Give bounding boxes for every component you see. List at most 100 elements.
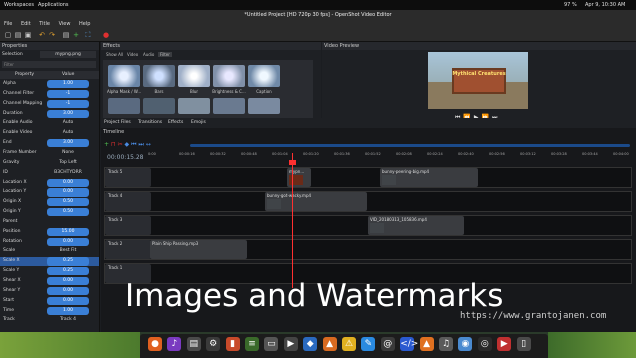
save-icon[interactable]: ▣ — [24, 31, 32, 39]
playhead[interactable] — [292, 153, 293, 288]
effect-thumbnail[interactable] — [178, 65, 210, 87]
property-row[interactable]: Rotation 0.00 — [0, 237, 99, 246]
playhead-handle[interactable] — [289, 160, 296, 165]
property-row[interactable]: Duration 3.00 — [0, 109, 99, 118]
tab-show-all[interactable]: Show All — [106, 52, 123, 57]
workspaces-menu[interactable]: Workspaces — [4, 0, 34, 10]
effect-thumbnail[interactable] — [178, 98, 210, 114]
property-value[interactable]: 0.00 — [47, 178, 89, 187]
property-row[interactable]: Alpha 1.00 — [0, 80, 99, 89]
property-row[interactable]: Parent — [0, 218, 99, 226]
property-value[interactable]: 1.00 — [47, 306, 89, 315]
effect-thumbnail[interactable] — [143, 65, 175, 87]
property-value[interactable]: Track 4 — [47, 316, 89, 324]
property-value[interactable]: 0.50 — [47, 208, 89, 217]
property-value[interactable]: -1 — [47, 99, 89, 108]
razor-icon[interactable]: ✂ — [118, 141, 123, 148]
import-icon[interactable]: + — [72, 31, 80, 39]
code-icon[interactable]: </> — [400, 337, 418, 351]
menu-help[interactable]: Help — [79, 21, 90, 27]
property-value[interactable]: Best Fit — [47, 247, 89, 255]
property-value[interactable]: 1.00 — [47, 80, 89, 89]
store-icon[interactable]: ◆ — [303, 337, 318, 351]
property-value[interactable]: None — [47, 149, 89, 157]
profile-icon[interactable]: ▤ — [62, 31, 70, 39]
timeline-clip[interactable]: mypn... — [287, 168, 311, 187]
tab-audio[interactable]: Audio — [143, 52, 154, 57]
timeline-track[interactable] — [104, 167, 632, 188]
undo-icon[interactable]: ↶ — [38, 31, 46, 39]
property-row[interactable]: Start 0.00 — [0, 296, 99, 305]
marker-icon[interactable]: ◆ — [125, 141, 130, 148]
open-folder-icon[interactable]: ▤ — [14, 31, 22, 39]
web-icon[interactable]: @ — [380, 337, 395, 351]
effect-thumbnail[interactable] — [108, 98, 140, 114]
firefox-icon[interactable]: ● — [148, 337, 162, 351]
property-row[interactable]: Location X 0.00 — [0, 178, 99, 187]
warning-icon[interactable]: ⚠ — [342, 337, 356, 351]
property-value[interactable]: 0.00 — [47, 188, 89, 197]
property-row[interactable]: ID B3CHTYDRR — [0, 169, 99, 177]
property-row[interactable]: Location Y 0.00 — [0, 188, 99, 197]
drive-icon[interactable]: ▭ — [264, 337, 279, 351]
property-row[interactable]: Time 1.00 — [0, 306, 99, 315]
property-row[interactable]: Scale Y 0.25 — [0, 267, 99, 276]
export-icon[interactable]: ● — [102, 31, 110, 39]
snap-icon[interactable]: ⊓ — [111, 141, 116, 148]
menu-title[interactable]: Title — [39, 21, 50, 27]
video-icon[interactable]: ▶ — [497, 337, 512, 351]
audacity-icon[interactable]: ♫ — [439, 337, 453, 351]
property-row[interactable]: Origin X 0.50 — [0, 198, 99, 207]
track-header[interactable]: Track 5 — [105, 168, 151, 187]
next-marker-icon[interactable]: ⏭ — [138, 141, 143, 148]
property-row[interactable]: Gravity Top Left — [0, 159, 99, 167]
prev-marker-icon[interactable]: ⏮ — [131, 141, 136, 148]
property-value[interactable]: 3.00 — [47, 109, 89, 118]
effect-thumbnail[interactable] — [248, 98, 280, 114]
menu-file[interactable]: File — [4, 21, 12, 27]
property-value[interactable]: -1 — [47, 89, 89, 99]
vlc-icon[interactable]: ▲ — [419, 337, 434, 351]
tab-effects[interactable]: Effects — [168, 118, 183, 128]
timeline-clip[interactable]: bunny-got-wacky.mp4 — [265, 192, 367, 211]
property-row[interactable]: Shear Y 0.00 — [0, 286, 99, 296]
redo-icon[interactable]: ↷ — [48, 31, 56, 39]
fullscreen-icon[interactable]: ⛶ — [84, 31, 92, 39]
zoom-slider[interactable] — [190, 144, 630, 147]
timeline-clip[interactable]: bunny-peering-big.mp4 — [380, 168, 478, 187]
property-row[interactable]: Frame Number None — [0, 149, 99, 157]
property-value[interactable]: 3.00 — [47, 139, 89, 148]
terminal-icon[interactable]: ▶ — [283, 337, 298, 351]
trash-icon[interactable]: ▯ — [516, 337, 531, 351]
filter-input[interactable]: Filter — [2, 61, 96, 68]
tab-emojis[interactable]: Emojis — [191, 118, 206, 128]
tab-project-files[interactable]: Project Files — [104, 118, 131, 128]
property-row[interactable]: Origin Y 0.50 — [0, 208, 99, 217]
music-icon[interactable]: ♪ — [167, 337, 182, 351]
tab-transitions[interactable]: Transitions — [138, 118, 162, 128]
property-row[interactable]: Enable Audio Auto — [0, 119, 99, 127]
property-value[interactable]: 0.00 — [47, 277, 89, 286]
property-row[interactable]: Track Track 4 — [0, 316, 99, 324]
effect-thumbnail[interactable] — [108, 65, 140, 87]
property-row[interactable]: Channel Mapping -1 — [0, 99, 99, 108]
property-value[interactable]: 0.00 — [47, 296, 89, 305]
property-value[interactable]: Top Left — [47, 159, 89, 167]
property-row[interactable]: Scale Best Fit — [0, 247, 99, 255]
property-row[interactable]: Enable Video Auto — [0, 129, 99, 137]
property-value[interactable]: Auto — [47, 129, 89, 137]
property-row[interactable]: Scale X 0.25 — [0, 257, 99, 266]
property-value[interactable]: 0.50 — [47, 198, 89, 207]
gimp-icon[interactable]: ✎ — [361, 337, 376, 351]
notes-icon[interactable]: ≡ — [245, 337, 259, 351]
property-value[interactable]: Auto — [47, 119, 89, 127]
books-icon[interactable]: ▮ — [225, 337, 240, 351]
property-value[interactable]: 15.00 — [47, 227, 89, 237]
menu-view[interactable]: View — [59, 21, 71, 27]
effect-thumbnail[interactable] — [143, 98, 175, 114]
timeline-clip[interactable]: Plain Ship Passing.mp3 — [150, 240, 247, 259]
openshot-icon[interactable]: ◉ — [458, 337, 473, 351]
effect-thumbnail[interactable] — [213, 65, 245, 87]
property-row[interactable]: Shear X 0.00 — [0, 277, 99, 286]
property-value[interactable]: 0.25 — [47, 267, 89, 276]
